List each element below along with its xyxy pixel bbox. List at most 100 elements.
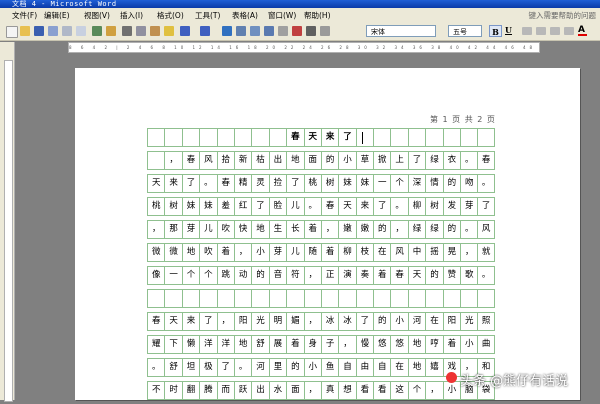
grid-cell[interactable]: [338, 289, 356, 308]
grid-cell[interactable]: 照: [477, 312, 495, 331]
grid-cell[interactable]: 水: [268, 381, 287, 400]
grid-cell[interactable]: 翻: [181, 381, 200, 400]
grid-cell[interactable]: 慢: [355, 335, 374, 354]
grid-cell[interactable]: 极: [199, 358, 217, 377]
grid-cell[interactable]: 耀: [147, 335, 165, 354]
grid-cell[interactable]: 自: [338, 358, 356, 377]
hyperlink-icon[interactable]: [222, 26, 232, 36]
cut-icon[interactable]: [122, 26, 132, 36]
grid-cell[interactable]: [216, 289, 234, 308]
grid-cell[interactable]: 出: [268, 151, 287, 170]
grid-cell[interactable]: 的: [442, 220, 461, 239]
grid-cell[interactable]: 。: [303, 197, 321, 216]
font-name-select[interactable]: 宋体: [366, 25, 436, 37]
grid-cell[interactable]: 了: [355, 312, 374, 331]
grid-cell[interactable]: 快: [233, 220, 252, 239]
grid-cell[interactable]: 情: [425, 174, 443, 193]
grid-cell[interactable]: 的: [373, 220, 391, 239]
show-hide-icon[interactable]: [320, 26, 330, 36]
grid-cell[interactable]: 像: [147, 266, 165, 285]
menu-help[interactable]: 帮助(H): [304, 10, 331, 21]
grid-cell[interactable]: [181, 289, 200, 308]
save-icon[interactable]: [34, 26, 44, 36]
grid-cell[interactable]: 洋: [216, 335, 234, 354]
grid-cell[interactable]: 个: [181, 266, 200, 285]
justify-icon[interactable]: [564, 27, 574, 35]
new-document-icon[interactable]: [6, 26, 18, 38]
grid-cell[interactable]: [164, 128, 182, 147]
help-search-box[interactable]: 键入需要帮助的问题: [529, 10, 597, 21]
grid-cell[interactable]: 微: [147, 243, 165, 262]
grid-cell[interactable]: 子: [320, 335, 339, 354]
grid-cell[interactable]: 了: [181, 174, 200, 193]
grid-cell[interactable]: 儿: [199, 220, 217, 239]
grid-cell[interactable]: [390, 289, 408, 308]
grid-cell[interactable]: 跃: [233, 381, 252, 400]
grid-cell[interactable]: ，: [147, 220, 165, 239]
grid-cell[interactable]: 的: [442, 174, 461, 193]
grid-cell[interactable]: 树: [425, 197, 443, 216]
insert-excel-icon[interactable]: [264, 26, 274, 36]
grid-cell[interactable]: 新: [233, 151, 252, 170]
grid-cell[interactable]: [233, 128, 252, 147]
grid-cell[interactable]: [355, 289, 374, 308]
grid-cell[interactable]: 小: [390, 312, 408, 331]
grid-cell[interactable]: 出: [251, 381, 269, 400]
grid-cell[interactable]: 个: [199, 266, 217, 285]
manuscript-grid[interactable]: 春天来了，春风拾新枯出地面的小草掀上了绿衣。春天来了。春精灵捡了桃树妹妹一个深情…: [147, 128, 515, 404]
grid-cell[interactable]: 了: [338, 128, 356, 147]
grid-cell[interactable]: 在: [425, 312, 443, 331]
grid-cell[interactable]: 春: [390, 266, 408, 285]
grid-cell[interactable]: 正: [320, 266, 339, 285]
grid-cell[interactable]: 。: [477, 174, 495, 193]
grid-cell[interactable]: 。: [390, 197, 408, 216]
grid-cell[interactable]: 的: [286, 358, 304, 377]
grid-cell[interactable]: 赞: [442, 266, 461, 285]
grid-cell[interactable]: 地: [251, 220, 269, 239]
print-icon[interactable]: [62, 26, 72, 36]
grid-cell[interactable]: [477, 128, 495, 147]
grid-cell[interactable]: 随: [303, 243, 321, 262]
grid-cell[interactable]: 展: [268, 335, 287, 354]
grid-cell[interactable]: [147, 128, 165, 147]
grid-cell[interactable]: 春: [320, 197, 339, 216]
menu-table[interactable]: 表格(A): [232, 10, 258, 21]
grid-cell[interactable]: 小: [303, 358, 321, 377]
grid-cell[interactable]: [251, 128, 269, 147]
grid-cell[interactable]: 符: [286, 266, 304, 285]
grid-cell[interactable]: 来: [181, 312, 200, 331]
grid-cell[interactable]: 掀: [373, 151, 391, 170]
copy-icon[interactable]: [136, 26, 146, 36]
grid-cell[interactable]: ，: [303, 381, 321, 400]
grid-cell[interactable]: 羞: [216, 197, 234, 216]
grid-cell[interactable]: 光: [251, 312, 269, 331]
grid-cell[interactable]: 柳: [338, 243, 356, 262]
grid-cell[interactable]: ，: [164, 151, 182, 170]
horizontal-ruler[interactable]: 8 6 4 2 | 2 4 6 8 10 12 14 16 18 20 22 2…: [68, 42, 540, 53]
menu-window[interactable]: 窗口(W): [268, 10, 296, 21]
grid-cell[interactable]: 身: [303, 335, 321, 354]
grid-cell[interactable]: 来: [320, 128, 339, 147]
grid-cell[interactable]: 捡: [268, 174, 287, 193]
grid-cell[interactable]: 洋: [199, 335, 217, 354]
grid-cell[interactable]: [164, 289, 182, 308]
grid-cell[interactable]: 那: [164, 220, 182, 239]
grid-cell[interactable]: 着: [373, 266, 391, 285]
grid-cell[interactable]: ，: [460, 243, 478, 262]
grid-cell[interactable]: 奏: [355, 266, 374, 285]
grid-cell[interactable]: [407, 128, 426, 147]
grid-cell[interactable]: 拾: [216, 151, 234, 170]
grid-cell[interactable]: 风: [390, 243, 408, 262]
grid-cell[interactable]: 动: [233, 266, 252, 285]
grid-cell[interactable]: 哼: [425, 335, 443, 354]
grid-cell[interactable]: 脸: [268, 197, 287, 216]
grid-cell[interactable]: 儿: [286, 197, 304, 216]
grid-cell[interactable]: [320, 289, 339, 308]
grid-cell[interactable]: [442, 128, 461, 147]
grid-cell[interactable]: 河: [251, 358, 269, 377]
grid-cell[interactable]: 天: [147, 174, 165, 193]
menu-format[interactable]: 格式(O): [157, 10, 184, 21]
grid-cell[interactable]: 来: [355, 197, 374, 216]
grid-cell[interactable]: 嬉: [425, 358, 443, 377]
grid-cell[interactable]: 冰: [338, 312, 356, 331]
